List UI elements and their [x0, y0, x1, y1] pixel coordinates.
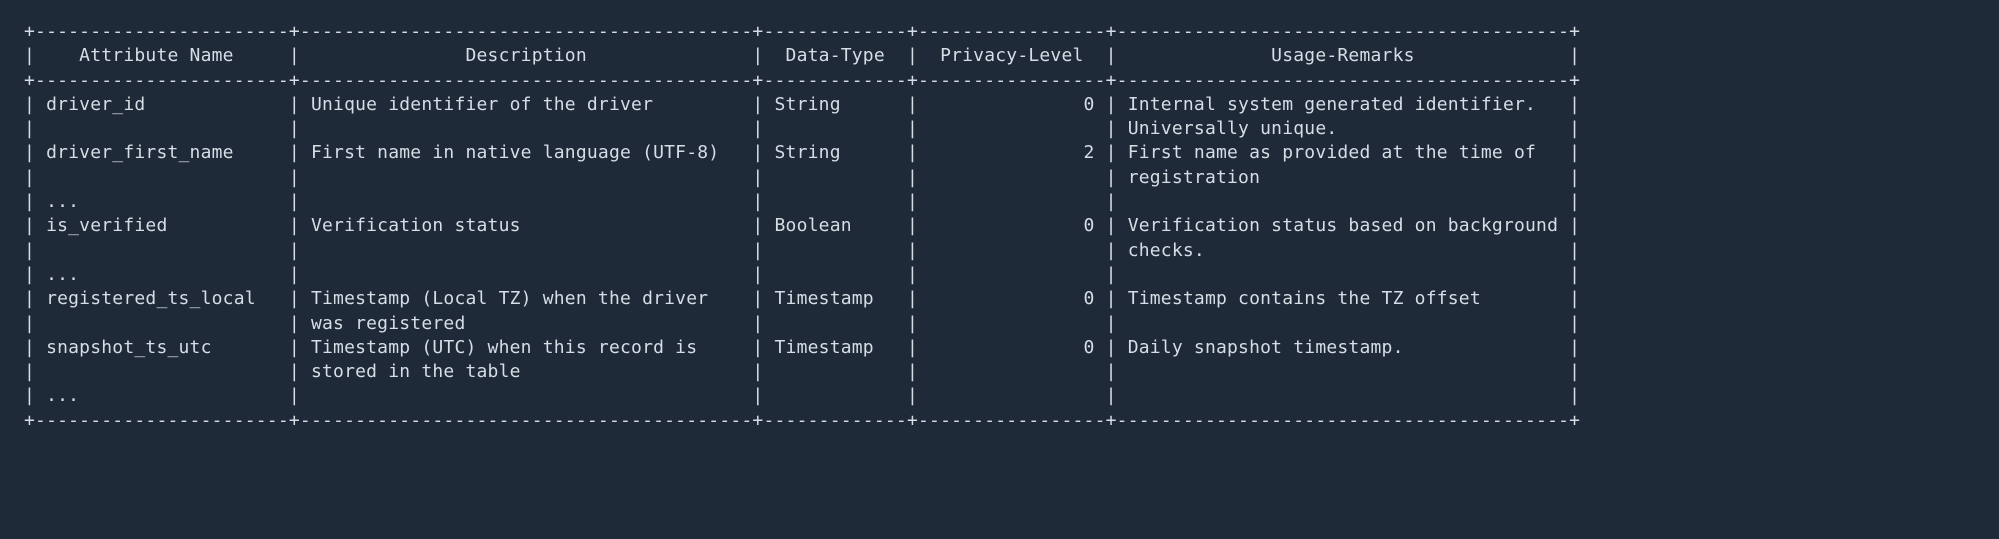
ascii-output: +-----------------------+---------------… — [24, 21, 1580, 431]
ascii-table: +-----------------------+---------------… — [0, 0, 1999, 453]
